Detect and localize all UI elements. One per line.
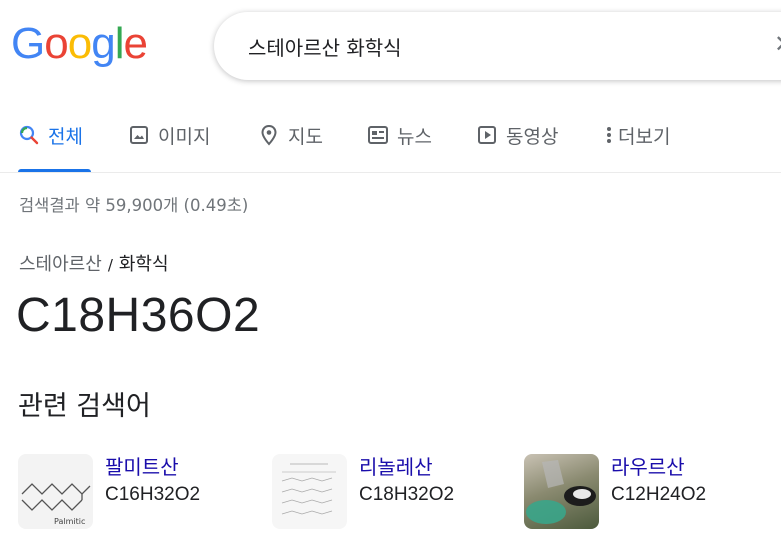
tab-videos[interactable]: 동영상 — [476, 122, 558, 172]
related-item-lauric[interactable]: 라우르산 C12H24O2 — [524, 454, 706, 530]
breadcrumb-current: 화학식 — [118, 254, 169, 275]
logo-letter: l — [114, 19, 125, 68]
google-logo[interactable]: Google — [11, 19, 148, 68]
tab-news[interactable]: 뉴스 — [367, 122, 432, 172]
document-thumbnail — [272, 454, 347, 529]
tab-label: 이미지 — [158, 126, 211, 148]
related-item-linoleic[interactable]: 리놀레산 C18H32O2 — [272, 454, 454, 530]
more-vert-icon — [604, 124, 614, 146]
image-icon — [128, 124, 150, 146]
tab-label: 뉴스 — [397, 126, 432, 148]
tab-images[interactable]: 이미지 — [128, 122, 210, 172]
location-pin-icon — [258, 124, 280, 146]
play-icon — [476, 124, 498, 146]
structure-thumbnail: Palmitic — [18, 454, 93, 529]
breadcrumb-parent[interactable]: 스테아르산 — [19, 254, 102, 275]
photo-thumbnail — [524, 454, 599, 529]
search-box[interactable]: ✕ — [214, 12, 781, 80]
thumbnail-caption: Palmitic — [54, 517, 86, 526]
close-icon[interactable]: ✕ — [774, 30, 781, 58]
tab-all[interactable]: 전체 — [18, 122, 91, 172]
related-item-name[interactable]: 팔미트산 — [105, 454, 200, 480]
related-item-palmitic[interactable]: Palmitic 팔미트산 C16H32O2 — [18, 454, 200, 530]
featured-answer: C18H36O2 — [16, 289, 261, 342]
search-tabs: 전체 이미지 지도 뉴스 동영상 더보기 — [0, 112, 781, 173]
related-item-name[interactable]: 리놀레산 — [359, 454, 454, 480]
logo-letter: o — [44, 19, 69, 68]
breadcrumb-separator: / — [107, 256, 113, 274]
related-searches-title: 관련 검색어 — [18, 391, 151, 422]
tab-more[interactable]: 더보기 — [604, 122, 670, 172]
tab-maps[interactable]: 지도 — [258, 122, 323, 172]
search-input[interactable] — [246, 30, 730, 62]
logo-letter: g — [91, 19, 116, 68]
news-icon — [367, 124, 389, 146]
related-item-formula: C12H24O2 — [611, 484, 707, 505]
tab-label: 지도 — [288, 126, 323, 148]
tab-label: 동영상 — [506, 126, 559, 148]
logo-letter: G — [11, 19, 45, 68]
related-item-formula: C18H32O2 — [359, 484, 455, 505]
related-item-formula: C16H32O2 — [105, 484, 201, 505]
logo-letter: o — [67, 19, 93, 68]
breadcrumb: 스테아르산 / 화학식 — [19, 250, 169, 276]
result-stats: 검색결과 약 59,900개 (0.49초) — [19, 196, 249, 215]
tab-label: 전체 — [48, 126, 83, 148]
logo-letter: e — [123, 19, 148, 68]
search-icon — [18, 124, 40, 146]
related-item-name[interactable]: 라우르산 — [611, 454, 706, 480]
tab-label: 더보기 — [618, 126, 671, 148]
